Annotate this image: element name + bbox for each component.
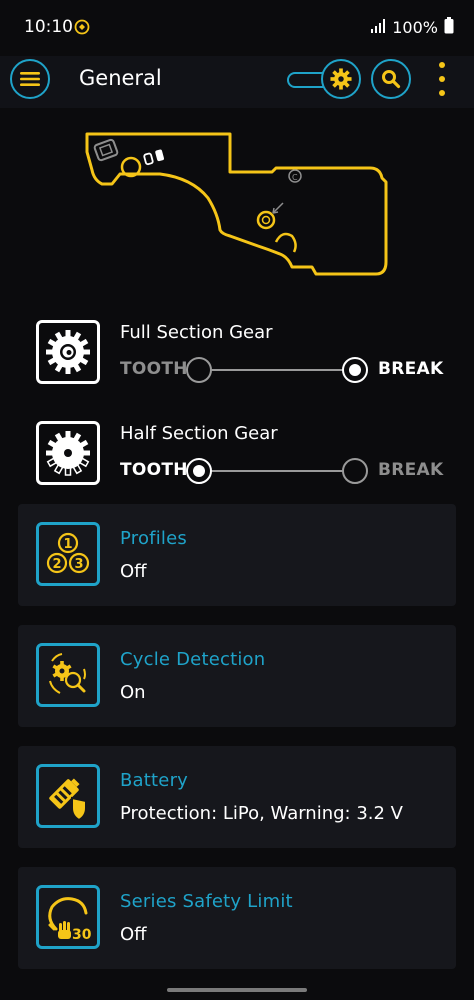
half-gear-icon — [36, 421, 100, 485]
safety-limit-icon: 30 — [36, 885, 100, 949]
half-section-gear-title: Half Section Gear — [120, 423, 278, 444]
gear-mode-toggle[interactable] — [285, 59, 363, 99]
half-section-gear-row: Half Section Gear TOOTH BREAK — [36, 421, 456, 487]
signal-icon — [370, 18, 386, 37]
series-safety-limit-value: Off — [120, 924, 147, 945]
safety-limit-number: 30 — [72, 927, 92, 943]
gear-icon — [330, 68, 352, 90]
battery-status-icon — [444, 17, 454, 38]
full-gear-icon — [36, 320, 100, 384]
status-bar: 10:10 100% — [0, 0, 474, 56]
battery-card[interactable]: Battery Protection: LiPo, Warning: 3.2 V — [18, 746, 456, 848]
battery-percent: 100% — [392, 18, 438, 37]
cycle-detection-card[interactable]: Cycle Detection On — [18, 625, 456, 727]
status-time: 10:10 — [24, 17, 73, 37]
cycle-detection-icon — [36, 643, 100, 707]
full-gear-slider-track — [198, 369, 356, 371]
half-gear-tooth-label[interactable]: TOOTH — [120, 460, 188, 480]
profiles-icon: 1 2 3 — [36, 522, 100, 586]
notification-app-icon — [74, 19, 90, 39]
search-icon — [382, 70, 401, 89]
profile-number-1: 1 — [63, 537, 72, 552]
hamburger-icon — [20, 72, 40, 86]
half-gear-tooth-radio[interactable] — [186, 458, 212, 484]
more-options-button[interactable] — [432, 62, 452, 96]
full-gear-break-radio[interactable] — [342, 357, 368, 383]
cycle-detection-title: Cycle Detection — [120, 649, 266, 670]
svg-text:C: C — [292, 173, 298, 182]
page-title: General — [79, 66, 162, 90]
full-gear-break-label[interactable]: BREAK — [378, 359, 444, 379]
profile-number-3: 3 — [74, 557, 83, 572]
full-section-gear-title: Full Section Gear — [120, 322, 273, 343]
battery-icon — [36, 764, 100, 828]
half-gear-break-radio[interactable] — [342, 458, 368, 484]
toggle-knob — [321, 59, 361, 99]
menu-button[interactable] — [10, 59, 50, 99]
profiles-card[interactable]: 1 2 3 Profiles Off — [18, 504, 456, 606]
full-section-gear-row: Full Section Gear TOOTH BREAK — [36, 320, 456, 386]
profiles-title: Profiles — [120, 528, 187, 549]
full-gear-tooth-radio[interactable] — [186, 357, 212, 383]
profiles-value: Off — [120, 561, 147, 582]
half-gear-break-label[interactable]: BREAK — [378, 460, 444, 480]
series-safety-limit-card[interactable]: 30 Series Safety Limit Off — [18, 867, 456, 969]
gearbox-diagram: C — [85, 132, 388, 276]
app-bar: General — [0, 56, 474, 108]
search-button[interactable] — [371, 59, 411, 99]
home-indicator[interactable] — [167, 988, 307, 992]
profile-number-2: 2 — [52, 557, 61, 572]
battery-title: Battery — [120, 770, 189, 791]
full-gear-tooth-label[interactable]: TOOTH — [120, 359, 188, 379]
cycle-detection-value: On — [120, 682, 146, 703]
series-safety-limit-title: Series Safety Limit — [120, 891, 293, 912]
half-gear-slider-track — [198, 470, 356, 472]
battery-value: Protection: LiPo, Warning: 3.2 V — [120, 803, 403, 824]
